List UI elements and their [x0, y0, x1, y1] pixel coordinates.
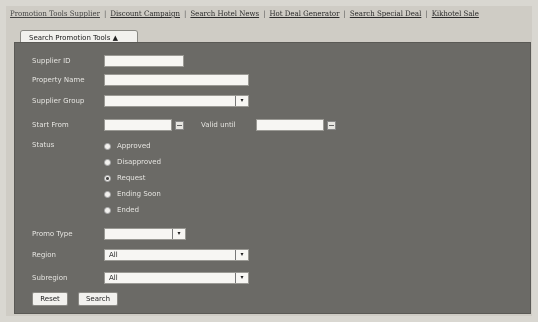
subregion-label: Subregion [32, 274, 68, 282]
promo-type-label: Promo Type [32, 230, 73, 238]
start-from-input[interactable] [104, 119, 172, 131]
status-option-disapproved[interactable]: Disapproved [104, 158, 161, 166]
radio-button[interactable] [104, 158, 111, 166]
status-option-approved[interactable]: Approved [104, 142, 151, 150]
valid-until-label: Valid until [201, 121, 236, 129]
valid-until-input[interactable] [256, 119, 324, 131]
supplier-group-label: Supplier Group [32, 97, 85, 105]
region-select[interactable]: All ▾ [104, 249, 249, 261]
subregion-value: All [109, 274, 118, 282]
status-option-request[interactable]: Request [104, 174, 145, 182]
nav-separator: | [425, 10, 428, 18]
region-label: Region [32, 251, 56, 259]
calendar-icon[interactable] [327, 121, 336, 130]
chevron-down-icon[interactable]: ▾ [235, 96, 248, 106]
property-name-input[interactable] [104, 74, 249, 86]
nav-separator: | [184, 10, 187, 18]
calendar-icon[interactable] [175, 121, 184, 130]
status-option-label: Approved [117, 142, 151, 150]
promo-type-select[interactable]: ▾ [104, 228, 186, 240]
nav-separator: | [343, 10, 346, 18]
status-option-ended[interactable]: Ended [104, 206, 139, 214]
radio-button[interactable] [104, 142, 111, 150]
nav-search-special-deal[interactable]: Search Special Deal [350, 10, 422, 18]
nav-separator: | [263, 10, 266, 18]
nav-promotion-tools-supplier[interactable]: Promotion Tools Supplier [10, 10, 100, 18]
region-value: All [109, 251, 118, 259]
chevron-down-icon[interactable]: ▾ [235, 273, 248, 283]
radio-button[interactable] [104, 206, 111, 214]
status-option-label: Ended [117, 206, 140, 214]
nav-kikhotel-sale[interactable]: Kikhotel Sale [432, 10, 479, 18]
nav-hot-deal-generator[interactable]: Hot Deal Generator [269, 10, 339, 18]
radio-button-selected[interactable] [104, 174, 111, 182]
status-label: Status [32, 141, 55, 149]
radio-button[interactable] [104, 190, 111, 198]
chevron-down-icon[interactable]: ▾ [172, 229, 185, 239]
start-from-label: Start From [32, 121, 69, 129]
search-button[interactable]: Search [78, 292, 118, 306]
status-option-ending-soon[interactable]: Ending Soon [104, 190, 161, 198]
top-navigation: Promotion Tools Supplier | Discount Campai… [10, 10, 479, 24]
nav-search-hotel-news[interactable]: Search Hotel News [190, 10, 259, 18]
search-panel [14, 42, 531, 314]
status-option-label: Disapproved [117, 158, 162, 166]
subregion-select[interactable]: All ▾ [104, 272, 249, 284]
status-option-label: Request [117, 174, 146, 182]
supplier-id-label: Supplier ID [32, 57, 71, 65]
property-name-label: Property Name [32, 76, 85, 84]
supplier-id-input[interactable] [104, 55, 184, 67]
chevron-down-icon[interactable]: ▾ [235, 250, 248, 260]
nav-separator: | [103, 10, 107, 18]
supplier-group-select[interactable]: ▾ [104, 95, 249, 107]
nav-discount-campaign[interactable]: Discount Campaign [110, 10, 180, 18]
status-option-label: Ending Soon [117, 190, 161, 198]
reset-button[interactable]: Reset [32, 292, 68, 306]
